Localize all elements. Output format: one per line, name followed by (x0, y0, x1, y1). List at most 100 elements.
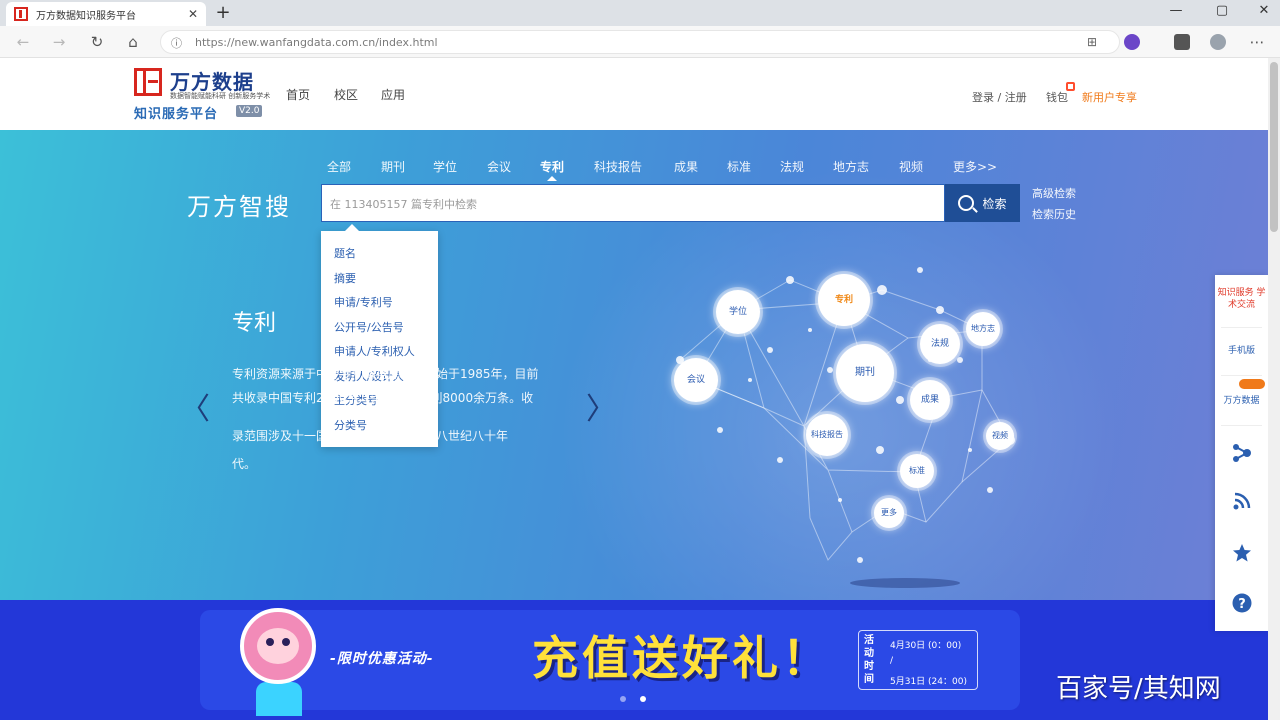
logo-tagline: 数据智能赋能科研 创新服务学术 (170, 92, 271, 100)
node-local-chronicles[interactable]: 地方志 (966, 312, 1000, 346)
category-degrees[interactable]: 学位 (433, 158, 457, 175)
wanfang-logo-icon[interactable] (134, 68, 162, 96)
reader-mode-icon[interactable]: ⊞ (1087, 35, 1097, 49)
feature-description-line: 录范围涉及十一国两组织，内容涵盖十八世纪八十年 (232, 429, 509, 443)
back-arrow-icon[interactable]: ← (12, 32, 34, 52)
home-icon[interactable]: ⌂ (122, 32, 144, 52)
notification-badge-icon (1066, 82, 1075, 91)
prev-slide-arrow-icon[interactable]: 〈 (180, 390, 210, 430)
search-input[interactable] (330, 193, 930, 215)
category-tech-reports[interactable]: 科技报告 (594, 158, 642, 175)
node-degrees[interactable]: 学位 (716, 290, 760, 334)
node-videos[interactable]: 视频 (986, 422, 1014, 450)
float-wanfang-app[interactable]: 万方数据 (1215, 395, 1268, 407)
dropdown-item[interactable]: 申请人/专利权人 (334, 343, 415, 359)
tab-title: 万方数据知识服务平台 (36, 10, 136, 22)
logo-version-badge: V2.0 (236, 105, 263, 117)
promo-date-start: 4月30日 (0：00) (890, 641, 962, 651)
network-graph-icon[interactable] (1232, 443, 1252, 463)
dropdown-item[interactable]: 题名 (334, 245, 356, 261)
mascot-face (257, 628, 299, 664)
hero-section: 全部 期刊 学位 会议 专利 科技报告 成果 标准 法规 地方志 视频 更多>>… (0, 130, 1268, 600)
category-patents[interactable]: 专利 (540, 158, 564, 175)
help-icon[interactable]: ? (1232, 593, 1252, 613)
minimize-button[interactable]: — (1166, 3, 1186, 18)
slide-dot-active[interactable] (640, 696, 646, 702)
float-divider (1221, 425, 1262, 426)
node-patents[interactable]: 专利 (818, 274, 870, 326)
category-regulations[interactable]: 法规 (780, 158, 804, 175)
maximize-button[interactable]: ▢ (1212, 3, 1232, 18)
category-standards[interactable]: 标准 (727, 158, 751, 175)
float-knowledge-service[interactable]: 知识服务 学术交流 (1215, 287, 1268, 311)
node-achievements[interactable]: 成果 (910, 380, 950, 420)
feature-title: 专利 (232, 311, 277, 336)
slide-dot[interactable] (620, 696, 626, 702)
logo-subtitle: 知识服务平台 (134, 107, 219, 122)
dropdown-item[interactable]: 摘要 (334, 270, 356, 286)
new-tab-button[interactable]: + (212, 2, 234, 24)
new-user-link[interactable]: 新用户专享 (1082, 89, 1137, 105)
collections-icon[interactable] (1174, 34, 1190, 50)
nav-campus[interactable]: 校区 (334, 86, 358, 103)
rss-icon[interactable] (1232, 491, 1252, 511)
feature-description-line: 代。 (232, 457, 257, 471)
browser-tab[interactable]: 万方数据知识服务平台 ✕ (6, 2, 206, 26)
scrollbar-thumb[interactable] (1270, 62, 1278, 232)
tab-close-icon[interactable]: ✕ (188, 7, 198, 21)
category-local-chronicles[interactable]: 地方志 (833, 158, 869, 175)
brain-network-graphic: 学位 专利 会议 期刊 法规 地方志 成果 科技报告 视频 标准 更多 (660, 250, 1040, 580)
node-tech-reports[interactable]: 科技报告 (806, 414, 848, 456)
float-divider (1221, 327, 1262, 328)
info-icon[interactable]: ⓘ (171, 35, 182, 51)
feature-description-line: 共收录中国专利2200余万条，国外专利8000余万条。收 (232, 391, 534, 405)
search-button[interactable]: 检索 (945, 184, 1020, 222)
dropdown-item[interactable]: 申请/专利号 (334, 294, 393, 310)
float-divider (1221, 375, 1262, 376)
category-journals[interactable]: 期刊 (381, 158, 405, 175)
node-journals[interactable]: 期刊 (836, 344, 894, 402)
extension-icon[interactable] (1124, 34, 1140, 50)
search-field-dropdown: 题名 摘要 申请/专利号 公开号/公告号 申请人/专利权人 发明人/设计人 主分… (321, 224, 438, 447)
reload-icon[interactable]: ↻ (86, 32, 108, 52)
login-register-link[interactable]: 登录 / 注册 (972, 89, 1027, 105)
more-menu-icon[interactable]: ⋯ (1246, 32, 1268, 52)
nav-home[interactable]: 首页 (286, 86, 310, 103)
brain-shadow (850, 578, 960, 588)
search-brand: 万方智搜 (187, 193, 291, 221)
node-conferences[interactable]: 会议 (674, 358, 718, 402)
mascot-body (256, 682, 302, 716)
url-text[interactable]: https://new.wanfangdata.com.cn/index.htm… (195, 36, 438, 49)
category-all[interactable]: 全部 (327, 158, 351, 175)
close-window-button[interactable]: ✕ (1254, 3, 1274, 18)
profile-avatar-icon[interactable] (1210, 34, 1226, 50)
feature-description-line: 专利资源来源于中外专利数据库，收录始于1985年，目前 (232, 367, 539, 381)
wallet-link[interactable]: 钱包 (1046, 89, 1068, 105)
node-standards[interactable]: 标准 (900, 454, 934, 488)
category-achievements[interactable]: 成果 (674, 158, 698, 175)
site-header: 万方数据 数据智能赋能科研 创新服务学术 知识服务平台 V2.0 首页 校区 应… (0, 58, 1268, 130)
advanced-search-link[interactable]: 高级检索 (1032, 185, 1076, 201)
float-mobile-version[interactable]: 手机版 (1215, 345, 1268, 357)
forward-arrow-icon[interactable]: → (48, 32, 70, 52)
nav-apps[interactable]: 应用 (381, 86, 405, 103)
mascot-eye (282, 638, 290, 646)
promo-title: 充值送好礼！ (532, 631, 832, 685)
search-history-link[interactable]: 检索历史 (1032, 206, 1076, 222)
node-more[interactable]: 更多 (874, 498, 904, 528)
dropdown-item[interactable]: 公开号/公告号 (334, 319, 404, 335)
address-bar[interactable]: ⓘ https://new.wanfangdata.com.cn/index.h… (160, 30, 1120, 54)
category-more[interactable]: 更多>> (953, 158, 997, 175)
browser-toolbar: ← → ↻ ⌂ ⓘ https://new.wanfangdata.com.cn… (0, 26, 1280, 58)
star-icon[interactable] (1232, 543, 1252, 563)
category-conferences[interactable]: 会议 (487, 158, 511, 175)
mascot-eye (266, 638, 274, 646)
page-scrollbar[interactable] (1268, 58, 1280, 720)
mascot-icon (240, 608, 316, 684)
node-regulations[interactable]: 法规 (920, 324, 960, 364)
promo-tag: -限时优惠活动- (330, 651, 434, 667)
category-videos[interactable]: 视频 (899, 158, 923, 175)
svg-text:?: ? (1238, 597, 1246, 612)
next-slide-arrow-icon[interactable]: 〉 (586, 390, 616, 430)
search-box (321, 184, 945, 222)
